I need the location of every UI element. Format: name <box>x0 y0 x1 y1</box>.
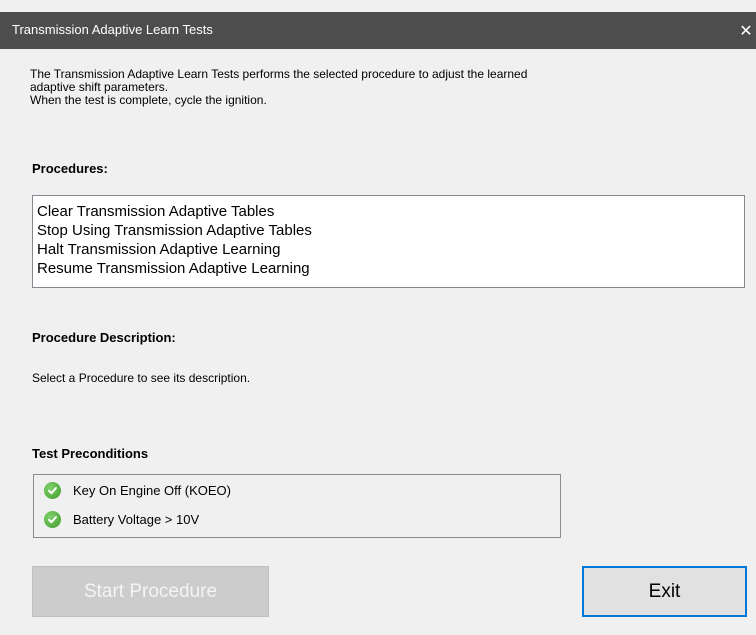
procedure-item-clear-tables[interactable]: Clear Transmission Adaptive Tables <box>37 202 744 221</box>
dialog-body: The Transmission Adaptive Learn Tests pe… <box>0 49 756 635</box>
dialog-window: Transmission Adaptive Learn Tests ✕ The … <box>0 0 756 635</box>
procedures-list[interactable]: Clear Transmission Adaptive Tables Stop … <box>32 195 745 288</box>
procedure-item-stop-using-tables[interactable]: Stop Using Transmission Adaptive Tables <box>37 221 744 240</box>
procedure-item-resume-learning[interactable]: Resume Transmission Adaptive Learning <box>37 259 744 278</box>
precondition-text: Battery Voltage > 10V <box>73 512 200 527</box>
procedure-item-halt-learning[interactable]: Halt Transmission Adaptive Learning <box>37 240 744 259</box>
procedure-description-label: Procedure Description: <box>32 330 176 345</box>
test-preconditions-label: Test Preconditions <box>32 446 149 461</box>
intro-text: The Transmission Adaptive Learn Tests pe… <box>30 68 730 107</box>
start-procedure-button[interactable]: Start Procedure <box>32 566 269 617</box>
procedure-description-text: Select a Procedure to see its descriptio… <box>32 371 251 385</box>
title-bar[interactable]: Transmission Adaptive Learn Tests ✕ <box>0 12 756 49</box>
window-title: Transmission Adaptive Learn Tests <box>12 22 213 37</box>
check-circle-icon <box>44 511 61 528</box>
exit-button[interactable]: Exit <box>582 566 747 617</box>
precondition-row: Key On Engine Off (KOEO) <box>44 482 231 499</box>
procedures-label: Procedures: <box>32 161 108 176</box>
check-circle-icon <box>44 482 61 499</box>
intro-line-3: When the test is complete, cycle the ign… <box>30 93 267 107</box>
preconditions-box: Key On Engine Off (KOEO) Battery Voltage… <box>33 474 561 538</box>
close-icon[interactable]: ✕ <box>736 12 756 49</box>
precondition-row: Battery Voltage > 10V <box>44 511 199 528</box>
precondition-text: Key On Engine Off (KOEO) <box>73 483 231 498</box>
